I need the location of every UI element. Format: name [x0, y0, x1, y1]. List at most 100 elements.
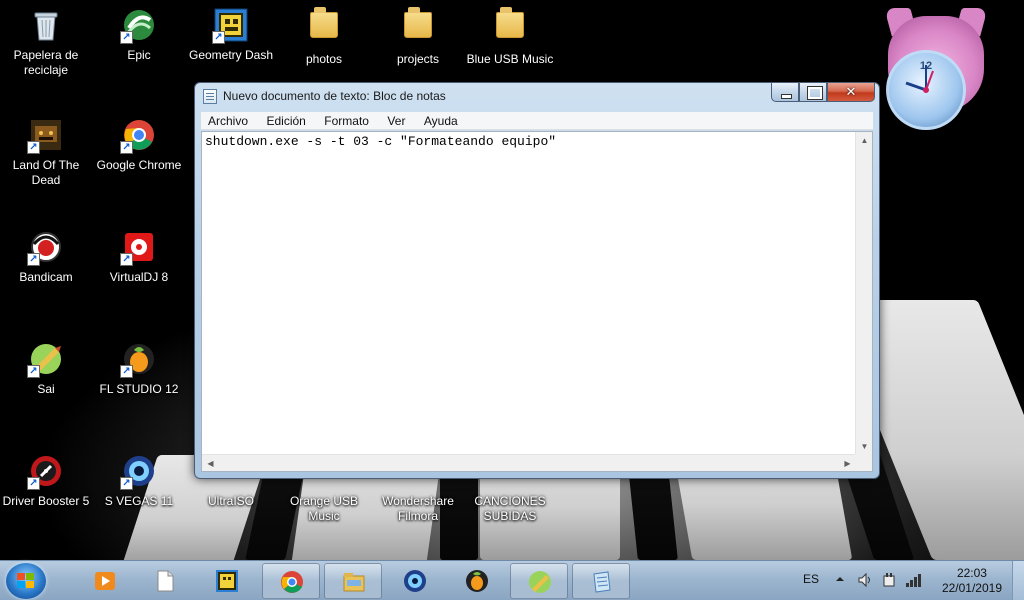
chrome-icon: ↗	[120, 118, 156, 154]
shortcut-arrow-icon: ↗	[120, 477, 133, 490]
desktop-icon-label: Papelera de reciclaje	[13, 48, 79, 77]
network-signal-icon[interactable]	[905, 572, 923, 588]
driver-booster-icon: ↗	[27, 454, 63, 490]
epic-icon: ↗	[120, 8, 156, 44]
shortcut-arrow-icon: ↗	[212, 31, 225, 44]
virtualdj-icon: ↗	[120, 230, 156, 266]
start-button[interactable]	[6, 563, 46, 599]
desktop-icon-label: Geometry Dash	[188, 48, 274, 62]
editor-content[interactable]: shutdown.exe -s -t 03 -c "Formateando eq…	[205, 134, 556, 149]
scroll-up-icon[interactable]: ▲	[856, 132, 873, 149]
desktop-icon-epic[interactable]: ↗ Epic	[93, 8, 185, 63]
taskbar-app-media-player[interactable]	[76, 563, 134, 599]
shortcut-arrow-icon: ↗	[120, 31, 133, 44]
folder-icon	[401, 7, 435, 46]
taskbar-app-sai[interactable]	[510, 563, 568, 599]
taskbar-app-notepad[interactable]	[572, 563, 630, 599]
desktop-icon-label: Epic	[127, 48, 151, 62]
taskbar-app-chrome[interactable]	[262, 563, 320, 599]
scroll-left-icon[interactable]: ◀	[202, 455, 219, 472]
clock-face: 12	[886, 50, 966, 130]
show-desktop-button[interactable]	[1012, 561, 1024, 600]
desktop-icon-label: Driver Booster 5	[2, 494, 90, 508]
shortcut-arrow-icon: ↗	[120, 253, 133, 266]
horizontal-scrollbar[interactable]: ◀ ▶	[202, 454, 856, 471]
desktop-icon-label: VirtualDJ 8	[109, 270, 169, 284]
recycle-bin-icon	[29, 8, 63, 42]
shortcut-arrow-icon: ↗	[27, 141, 40, 154]
desktop-icon-label: Orange USB Music	[289, 494, 359, 523]
desktop-icon-bandicam[interactable]: ↗ Bandicam	[0, 230, 92, 285]
desktop-icon-driver-booster[interactable]: ↗ Driver Booster 5	[0, 454, 92, 509]
language-indicator[interactable]: ES	[803, 572, 819, 586]
taskbar-app-file-explorer[interactable]	[324, 563, 382, 599]
desktop-icon-recycle-bin[interactable]: Papelera de reciclaje	[0, 8, 92, 78]
size-grip[interactable]	[855, 454, 872, 471]
volume-icon[interactable]	[857, 572, 873, 588]
desktop-icon-vegas[interactable]: ↗ S VEGAS 11	[93, 454, 185, 509]
vegas-icon	[404, 570, 426, 592]
desktop-icon-geometry-dash[interactable]: ↗ Geometry Dash	[185, 8, 277, 63]
menu-ayuda[interactable]: Ayuda	[417, 112, 465, 128]
scroll-right-icon[interactable]: ▶	[839, 455, 856, 472]
notepad-window[interactable]: Nuevo documento de texto: Bloc de notas …	[194, 82, 880, 479]
vegas-icon: ↗	[120, 454, 156, 490]
chrome-icon	[281, 571, 303, 593]
shortcut-arrow-icon: ↗	[120, 365, 133, 378]
window-controls: ✕	[771, 83, 875, 102]
window-title: Nuevo documento de texto: Bloc de notas	[223, 89, 446, 103]
geometry-dash-icon	[216, 570, 238, 592]
title-bar[interactable]: Nuevo documento de texto: Bloc de notas …	[195, 83, 879, 109]
desktop-icon-land-of-the-dead[interactable]: ↗ Land Of The Dead	[0, 118, 92, 188]
menu-archivo[interactable]: Archivo	[201, 112, 255, 128]
taskbar-app-document[interactable]	[136, 563, 194, 599]
desktop-icon-virtualdj[interactable]: ↗ VirtualDJ 8	[93, 230, 185, 285]
scroll-down-icon[interactable]: ▼	[856, 438, 873, 455]
fl-studio-icon	[466, 570, 488, 592]
media-player-icon	[95, 572, 115, 590]
shortcut-arrow-icon: ↗	[120, 141, 133, 154]
desktop-icon-label: UltraISO	[207, 494, 254, 508]
fl-studio-icon: ↗	[120, 342, 156, 378]
windows-logo-icon	[17, 573, 35, 589]
taskbar-app-geometry-dash[interactable]	[198, 563, 256, 599]
show-hidden-icons-icon[interactable]	[835, 574, 845, 584]
power-icon[interactable]	[881, 572, 897, 588]
geometry-dash-icon: ↗	[212, 8, 248, 44]
text-editor[interactable]: shutdown.exe -s -t 03 -c "Formateando eq…	[201, 131, 873, 472]
maximize-button[interactable]	[799, 83, 827, 102]
shortcut-arrow-icon: ↗	[27, 253, 40, 266]
menu-formato[interactable]: Formato	[317, 112, 376, 128]
close-button[interactable]: ✕	[827, 83, 875, 102]
clock-hands: 12	[905, 60, 934, 93]
close-icon: ✕	[845, 84, 857, 99]
maximize-icon	[800, 83, 826, 101]
minimize-button[interactable]	[771, 83, 799, 102]
desktop-icon-photos[interactable]: photos	[278, 7, 370, 67]
taskbar-app-fl-studio[interactable]	[448, 563, 506, 599]
desktop-icon-label: Sai	[37, 382, 55, 396]
desktop-icon-sai[interactable]: ↗ Sai	[0, 342, 92, 397]
desktop-icon-label: FL STUDIO 12	[99, 382, 179, 396]
menu-edicion[interactable]: Edición	[259, 112, 312, 128]
desktop-icon-projects[interactable]: projects	[372, 7, 464, 67]
desktop-icon-label: photos	[305, 52, 343, 66]
desktop-icon-google-chrome[interactable]: ↗ Google Chrome	[93, 118, 185, 173]
folder-icon	[307, 7, 341, 46]
notepad-icon	[593, 571, 611, 593]
clock-gadget[interactable]: 12	[878, 6, 994, 130]
taskbar-clock[interactable]: 22:03 22/01/2019	[942, 566, 1002, 596]
menu-ver[interactable]: Ver	[380, 112, 412, 128]
vertical-scrollbar[interactable]: ▲ ▼	[855, 132, 872, 455]
file-explorer-icon	[343, 573, 365, 592]
desktop-icon-label: Google Chrome	[96, 158, 182, 172]
notepad-icon	[203, 89, 217, 104]
desktop-icon-label: projects	[396, 52, 440, 66]
desktop-icon-label: Wondershare Filmora	[382, 494, 454, 523]
taskbar-app-vegas[interactable]	[386, 563, 444, 599]
desktop-icon-fl-studio[interactable]: ↗ FL STUDIO 12	[93, 342, 185, 397]
clock-time: 22:03	[956, 566, 987, 580]
desktop-icon-label: Land Of The Dead	[12, 158, 80, 187]
desktop-icon-blue-usb-music[interactable]: Blue USB Music	[464, 7, 556, 67]
sai-icon	[529, 571, 551, 593]
